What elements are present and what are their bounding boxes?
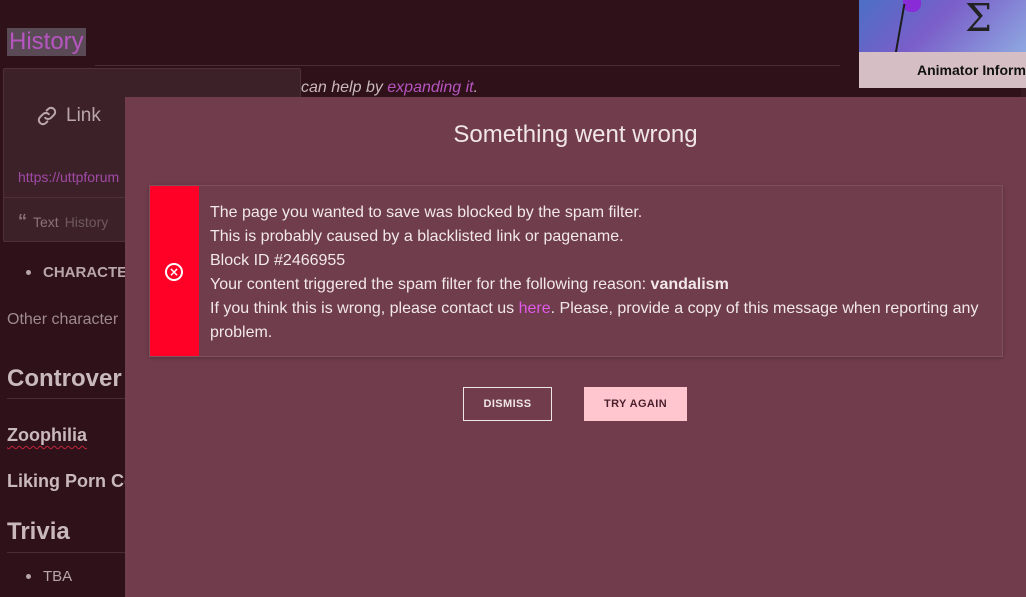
spam-filter-alert: × The page you wanted to save was blocke… xyxy=(149,185,1003,357)
alert-reason: Your content triggered the spam filter f… xyxy=(210,276,729,293)
alert-side-bar: × xyxy=(150,186,199,356)
try-again-button[interactable]: TRY AGAIN xyxy=(584,387,687,421)
history-heading: History xyxy=(7,28,86,56)
liking-porn-heading: Liking Porn Co xyxy=(7,471,135,491)
heading-rule xyxy=(95,65,840,66)
alert-block-id: Block ID #2466955 xyxy=(210,252,346,269)
controversy-heading: Controver xyxy=(7,365,122,392)
alert-line-1: The page you wanted to save was blocked … xyxy=(210,204,643,221)
characters-bullet: CHARACTE xyxy=(43,264,128,281)
error-icon: × xyxy=(165,263,183,281)
trivia-heading: Trivia xyxy=(7,518,70,545)
tba-item: TBA xyxy=(43,568,73,585)
reason-value: vandalism xyxy=(650,276,729,293)
alert-contact: If you think this is wrong, please conta… xyxy=(210,300,979,341)
infobox-label: Animator Inform xyxy=(859,52,1026,88)
infobox-art-sigma: Σ xyxy=(965,0,992,40)
link-icon xyxy=(37,106,57,126)
zoophilia-heading: Zoophilia xyxy=(7,425,87,445)
stub-notice: can help by expanding it. xyxy=(301,79,479,96)
alert-message: The page you wanted to save was blocked … xyxy=(210,201,990,345)
modal-title: Something went wrong xyxy=(453,121,698,148)
dismiss-button[interactable]: DISMISS xyxy=(463,387,552,421)
link-popup-text-value: History xyxy=(64,213,109,230)
link-popup-text-label: Text xyxy=(33,213,59,230)
controversy-rule xyxy=(7,398,125,399)
error-modal: Something went wrong × The page you want… xyxy=(125,97,1026,597)
link-popup-url[interactable]: https://uttpforum xyxy=(18,169,119,185)
contact-here-link[interactable]: here xyxy=(519,300,551,317)
infobox-art-shape xyxy=(894,4,966,54)
link-popup-footer: “ Text History xyxy=(18,211,108,232)
expanding-link[interactable]: expanding it xyxy=(387,79,473,96)
infobox-image: Σ xyxy=(859,0,1026,54)
quote-icon: “ xyxy=(18,211,27,231)
bullet-dot xyxy=(26,574,31,579)
trivia-rule xyxy=(7,552,125,553)
link-popup-title: Link xyxy=(36,105,101,127)
bullet-dot xyxy=(26,270,31,275)
other-characters-text: Other character xyxy=(7,311,119,328)
alert-line-2: This is probably caused by a blacklisted… xyxy=(210,228,624,245)
